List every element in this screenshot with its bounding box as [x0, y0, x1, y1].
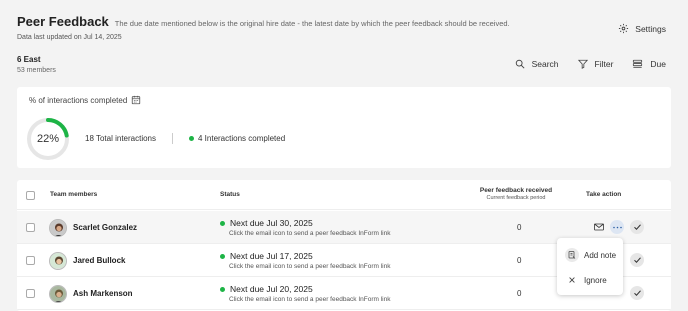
page-subtitle: The due date mentioned below is the orig… [114, 19, 510, 28]
unit-name: 6 East [17, 55, 41, 64]
page-title: Peer Feedback [17, 14, 109, 29]
feedback-count: 0 [517, 223, 522, 232]
interactions-summary-card: % of interactions completed 22% 18 Total… [17, 87, 671, 168]
avatar [49, 252, 67, 270]
search-button[interactable]: Search [515, 59, 559, 69]
completed-interactions: 4 Interactions completed [189, 134, 285, 143]
filter-label: Filter [594, 59, 614, 69]
member-status: Next due Jul 20, 2025 Click the email ic… [220, 284, 391, 303]
status-due: Next due Jul 20, 2025 [230, 284, 313, 294]
summary-divider [172, 133, 173, 144]
mark-complete-button[interactable] [630, 220, 644, 234]
check-icon [633, 257, 641, 263]
check-icon [633, 224, 641, 230]
green-status-dot [189, 136, 194, 141]
select-all-checkbox[interactable] [26, 191, 35, 200]
status-hint: Click the email icon to send a peer feed… [229, 263, 391, 270]
header-feedback-received: Peer feedback received Current feedback … [455, 187, 577, 201]
menu-item-add-note[interactable]: Add note [565, 248, 616, 262]
gear-icon [619, 23, 629, 34]
add-note-label: Add note [584, 250, 617, 260]
note-icon [565, 248, 579, 262]
member-status: Next due Jul 17, 2025 Click the email ic… [220, 251, 391, 270]
check-icon [633, 290, 641, 296]
row-checkbox[interactable] [26, 223, 35, 232]
close-icon [565, 273, 579, 287]
page-header: Peer Feedback The due date mentioned bel… [17, 14, 688, 29]
header-feedback-sublabel: Current feedback period [486, 195, 546, 201]
green-status-dot [220, 253, 225, 259]
status-due: Next due Jul 17, 2025 [230, 251, 313, 261]
unit-members: 53 members [17, 67, 56, 74]
green-status-dot [220, 220, 225, 226]
more-actions-menu: Add note Ignore [557, 238, 623, 295]
header-feedback-label: Peer feedback received [479, 187, 553, 194]
summary-title: % of interactions completed [29, 95, 128, 105]
filter-icon [577, 59, 588, 69]
table-header: Team members Status Peer feedback receiv… [17, 180, 671, 210]
ignore-label: Ignore [584, 275, 607, 285]
feedback-count: 0 [517, 289, 522, 298]
toolbar: Search Filter Due [496, 59, 666, 69]
more-actions-button[interactable] [610, 220, 624, 234]
email-icon [594, 223, 604, 231]
menu-item-ignore[interactable]: Ignore [565, 273, 607, 287]
search-label: Search [531, 59, 559, 69]
member-name: Ash Markenson [73, 289, 133, 298]
member-status: Next due Jul 30, 2025 Click the email ic… [220, 218, 391, 237]
search-icon [515, 59, 525, 69]
member-name: Jared Bullock [73, 256, 126, 265]
feedback-count: 0 [517, 256, 522, 265]
header-status: Status [220, 191, 240, 198]
due-sort-button[interactable]: Due [632, 59, 666, 69]
member-name: Scarlet Gonzalez [73, 223, 138, 232]
header-team-members: Team members [50, 191, 98, 198]
status-due: Next due Jul 30, 2025 [230, 218, 313, 228]
green-status-dot [220, 286, 225, 292]
settings-label: Settings [635, 23, 666, 34]
status-hint: Click the email icon to send a peer feed… [229, 296, 391, 303]
unit-info: 6 East 53 members [17, 55, 56, 74]
row-checkbox[interactable] [26, 256, 35, 265]
avatar [49, 219, 67, 237]
sort-list-icon [633, 59, 643, 68]
percent-label: 22% [36, 133, 60, 145]
calendar-icon[interactable] [131, 95, 141, 105]
filter-button[interactable]: Filter [577, 59, 614, 69]
status-hint: Click the email icon to send a peer feed… [229, 230, 391, 237]
header-take-action: Take action [586, 191, 622, 198]
settings-button[interactable]: Settings [618, 23, 666, 34]
total-interactions: 18 Total interactions [85, 134, 157, 143]
mark-complete-button[interactable] [630, 286, 644, 300]
email-button[interactable] [592, 220, 606, 234]
due-label: Due [650, 59, 666, 69]
last-updated: Data last updated on Jul 14, 2025 [17, 34, 122, 41]
ellipsis-icon [612, 226, 622, 228]
summary-title-row: % of interactions completed [29, 95, 141, 105]
row-checkbox[interactable] [26, 289, 35, 298]
avatar [49, 285, 67, 303]
mark-complete-button[interactable] [630, 253, 644, 267]
completed-label: 4 Interactions completed [198, 134, 286, 143]
